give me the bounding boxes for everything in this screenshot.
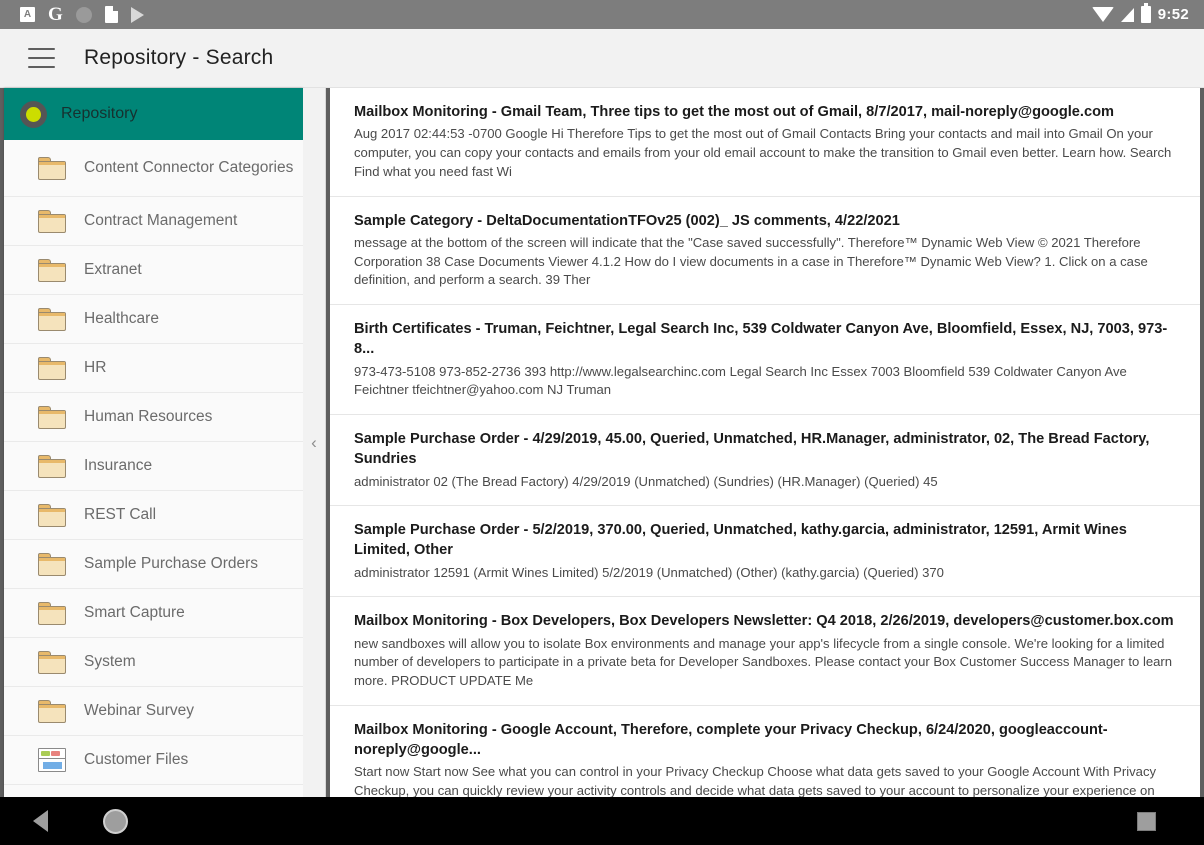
folder-icon <box>38 258 66 282</box>
search-result-item[interactable]: Mailbox Monitoring - Box Developers, Box… <box>330 597 1200 707</box>
app-a-icon: A <box>20 7 35 22</box>
search-result-item[interactable]: Sample Purchase Order - 5/2/2019, 370.00… <box>330 506 1200 598</box>
sidebar-item-healthcare[interactable]: Healthcare <box>4 295 303 344</box>
chevron-left-icon: ‹ <box>311 433 317 452</box>
search-results-list[interactable]: Mailbox Monitoring - Gmail Team, Three t… <box>330 88 1200 797</box>
result-title: Mailbox Monitoring - Box Developers, Box… <box>354 613 1174 630</box>
battery-icon <box>1140 3 1151 23</box>
circle-icon <box>75 6 92 23</box>
sidebar-item-sample-purchase-orders[interactable]: Sample Purchase Orders <box>4 540 303 589</box>
sidebar-collapse-button[interactable]: ‹ <box>303 88 326 797</box>
hamburger-menu-icon[interactable] <box>28 48 55 68</box>
sidebar-item-label: REST Call <box>84 506 157 524</box>
result-snippet: new sandboxes will allow you to isolate … <box>354 635 1173 689</box>
android-screen: A G 9:52 Repository - Search Repository … <box>0 0 1204 845</box>
folder-icon <box>38 650 66 674</box>
sidebar-item-smart-capture[interactable]: Smart Capture <box>4 589 303 638</box>
result-snippet: 973-473-5108 973-852-2736 393 http://www… <box>354 363 1127 398</box>
wifi-icon <box>1091 7 1114 22</box>
android-nav-bar <box>0 797 1204 845</box>
sidebar-item-contract-management[interactable]: Contract Management <box>4 197 303 246</box>
result-title: Mailbox Monitoring - Google Account, The… <box>354 722 1108 759</box>
sidebar-item-content-connector-categories[interactable]: Content Connector Categories <box>4 140 303 197</box>
folder-icon <box>38 552 66 576</box>
result-snippet: message at the bottom of the screen will… <box>354 234 1148 288</box>
folder-icon <box>38 601 66 625</box>
search-result-item[interactable]: Sample Purchase Order - 4/29/2019, 45.00… <box>330 415 1200 507</box>
play-store-icon <box>130 6 144 23</box>
result-title: Sample Purchase Order - 5/2/2019, 370.00… <box>354 522 1127 559</box>
sidebar-item-label: Content Connector Categories <box>84 159 294 177</box>
sidebar-item-label: Human Resources <box>84 408 213 426</box>
sidebar-item-label: Healthcare <box>84 310 159 328</box>
folder-icon <box>38 503 66 527</box>
sidebar-item-system[interactable]: System <box>4 638 303 687</box>
sidebar-nav-list: Content Connector Categories Contract Man… <box>4 140 303 785</box>
folder-icon <box>38 699 66 723</box>
sidebar-item-label: Extranet <box>84 261 142 279</box>
content-area: Repository Content Connector Categories C… <box>0 88 1204 797</box>
status-bar: A G 9:52 <box>0 0 1204 29</box>
result-title: Sample Purchase Order - 4/29/2019, 45.00… <box>354 431 1150 468</box>
sidebar-item-label: System <box>84 653 136 671</box>
result-snippet: administrator 02 (The Bread Factory) 4/2… <box>354 473 938 489</box>
result-snippet: Start now Start now See what you can con… <box>354 764 1157 797</box>
sidebar-item-label: Insurance <box>84 457 153 475</box>
sidebar-item-label: Customer Files <box>84 751 189 769</box>
home-icon[interactable] <box>103 808 128 834</box>
back-icon[interactable] <box>33 810 48 832</box>
folder-icon <box>38 209 66 233</box>
folder-icon <box>38 307 66 331</box>
folder-icon <box>38 156 66 180</box>
signal-icon <box>1120 7 1134 22</box>
result-title: Mailbox Monitoring - Gmail Team, Three t… <box>354 104 1114 120</box>
result-title: Sample Category - DeltaDocumentationTFOv… <box>354 212 900 229</box>
sidebar-item-human-resources[interactable]: Human Resources <box>4 393 303 442</box>
status-bar-clock: 9:52 <box>1157 6 1189 23</box>
sidebar-item-insurance[interactable]: Insurance <box>4 442 303 491</box>
search-result-item[interactable]: Mailbox Monitoring - Google Account, The… <box>330 706 1200 797</box>
search-result-item[interactable]: Sample Category - DeltaDocumentationTFOv… <box>330 197 1200 306</box>
folder-icon <box>38 454 66 478</box>
sidebar-item-label: HR <box>84 359 107 377</box>
search-result-item[interactable]: Mailbox Monitoring - Gmail Team, Three t… <box>330 88 1200 197</box>
result-snippet: administrator 12591 (Armit Wines Limited… <box>354 564 944 580</box>
status-bar-left-icons: A G <box>20 5 144 24</box>
sidebar-item-label: Smart Capture <box>84 604 185 622</box>
folder-icon <box>38 405 66 429</box>
google-g-icon: G <box>48 4 63 25</box>
sidebar-item-customer-files[interactable]: Customer Files <box>4 736 303 785</box>
sidebar-item-label: Webinar Survey <box>84 702 194 720</box>
sidebar-item-webinar-survey[interactable]: Webinar Survey <box>4 687 303 736</box>
sidebar-item-repository[interactable]: Repository <box>4 88 303 140</box>
sd-card-icon <box>104 6 118 23</box>
sidebar-item-label: Repository <box>61 105 138 122</box>
app-bar: Repository - Search <box>0 29 1204 88</box>
sidebar-item-label: Contract Management <box>84 212 238 230</box>
page-title: Repository - Search <box>84 46 274 69</box>
folder-icon <box>38 356 66 380</box>
sidebar: Repository Content Connector Categories C… <box>4 88 303 797</box>
sidebar-item-extranet[interactable]: Extranet <box>4 246 303 295</box>
result-snippet: Aug 2017 02:44:53 -0700 Google Hi Theref… <box>354 126 1172 179</box>
window-form-icon <box>38 748 66 772</box>
result-title: Birth Certificates - Truman, Feichtner, … <box>354 321 1168 358</box>
search-result-item[interactable]: Birth Certificates - Truman, Feichtner, … <box>330 305 1200 416</box>
recents-icon[interactable] <box>1137 811 1156 831</box>
repository-dot-icon <box>20 100 47 128</box>
sidebar-item-rest-call[interactable]: REST Call <box>4 491 303 540</box>
status-bar-right-icons: 9:52 <box>1091 3 1189 23</box>
sidebar-item-hr[interactable]: HR <box>4 344 303 393</box>
sidebar-item-label: Sample Purchase Orders <box>84 555 259 573</box>
